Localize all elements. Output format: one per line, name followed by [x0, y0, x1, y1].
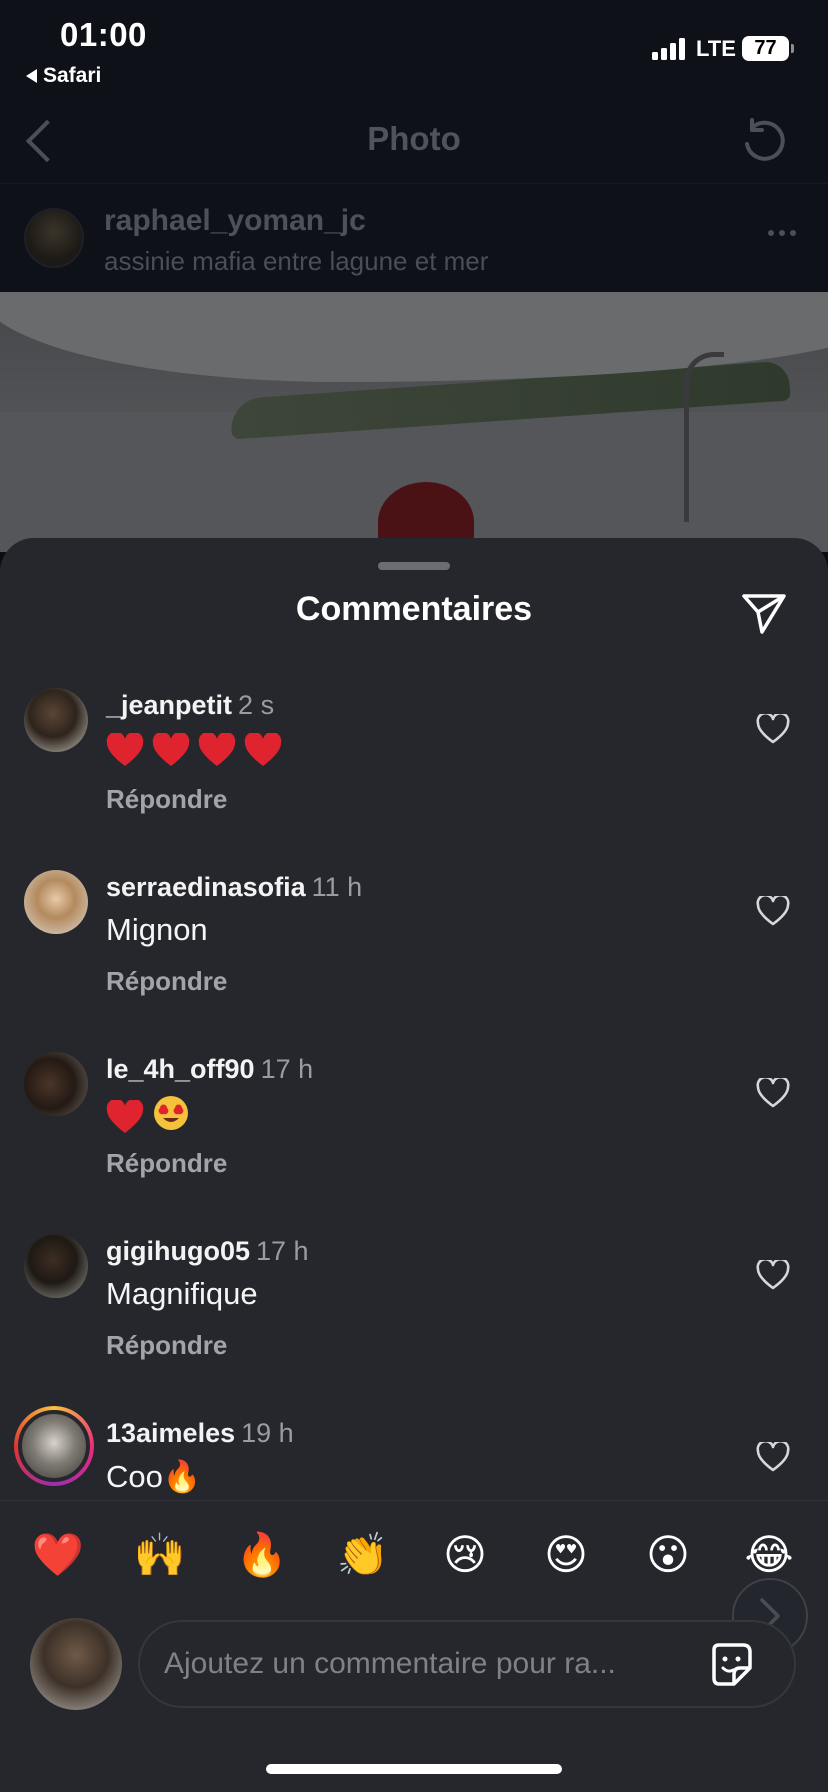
comment-item: serraedinasofia 11 h Mignon Répondre [0, 870, 828, 1030]
comment-username[interactable]: 13aimeles [106, 1418, 235, 1448]
comment-text [106, 730, 290, 767]
avatar [18, 1410, 90, 1482]
nav-header: Photo [0, 92, 828, 184]
avatar[interactable] [30, 1618, 122, 1710]
more-icon[interactable] [768, 230, 796, 236]
story-avatar[interactable] [14, 1406, 94, 1486]
heart-outline-icon[interactable] [756, 893, 790, 931]
comment-input[interactable] [164, 1622, 694, 1706]
comment-header: serraedinasofia 11 h [106, 872, 362, 903]
comments-sheet: Commentaires _jeanpetit 2 s Répondre serr… [0, 538, 828, 1792]
reaction-heart-eyes[interactable]: 😍 [539, 1531, 593, 1579]
comment-header: 13aimeles 19 h [106, 1418, 294, 1449]
comment-time: 17 h [256, 1236, 309, 1266]
red-heart-emoji [106, 1098, 144, 1134]
comment-item: _jeanpetit 2 s Répondre [0, 688, 828, 848]
comment-time: 2 s [238, 690, 275, 720]
back-app-label: Safari [43, 64, 102, 87]
sticker-icon[interactable] [706, 1640, 756, 1695]
reaction-fire[interactable]: 🔥 [235, 1531, 289, 1579]
sheet-grabber[interactable] [378, 562, 450, 570]
sheet-title: Commentaires [295, 590, 533, 628]
comment-item: le_4h_off90 17 h Répondre [0, 1052, 828, 1212]
refresh-icon[interactable] [738, 116, 788, 171]
heart-outline-icon[interactable] [756, 711, 790, 749]
reaction-clap[interactable]: 👏 [336, 1531, 390, 1579]
reply-button[interactable]: Répondre [106, 966, 227, 997]
reaction-raised-hands[interactable]: 🙌 [133, 1531, 187, 1579]
red-heart-emoji [152, 731, 190, 767]
comment-time: 19 h [241, 1418, 294, 1448]
network-type: LTE [696, 36, 736, 61]
comment-username[interactable]: le_4h_off90 [106, 1054, 255, 1084]
comment-header: gigihugo05 17 h [106, 1236, 309, 1267]
comment-header: _jeanpetit 2 s [106, 690, 274, 721]
battery-icon: 77 [742, 36, 789, 61]
heart-eyes-emoji [152, 1094, 190, 1140]
status-time: 01:00 [60, 16, 147, 53]
photo-rail [684, 352, 724, 522]
red-heart-emoji [244, 731, 282, 767]
reaction-surprised[interactable]: 😮 [641, 1531, 695, 1579]
back-to-app-link[interactable]: Safari [26, 64, 101, 88]
reply-button[interactable]: Répondre [106, 1148, 227, 1179]
reaction-heart[interactable]: ❤️ [31, 1531, 85, 1579]
comment-text: Coo🔥 [106, 1459, 202, 1494]
comment-time: 11 h [311, 872, 363, 902]
comment-text: Mignon [106, 912, 208, 947]
battery-nub [791, 44, 794, 53]
post-username[interactable]: raphael_yoman_jc [104, 204, 366, 238]
home-indicator [266, 1764, 562, 1774]
post-location[interactable]: assinie mafia entre lagune et mer [104, 246, 488, 277]
heart-outline-icon[interactable] [756, 1257, 790, 1295]
avatar[interactable] [24, 1234, 88, 1298]
red-heart-emoji [106, 731, 144, 767]
page-title: Photo [367, 120, 461, 157]
reply-button[interactable]: Répondre [106, 784, 227, 815]
reply-button[interactable]: Répondre [106, 1330, 227, 1361]
post-author-row: raphael_yoman_jc assinie mafia entre lag… [0, 184, 828, 292]
heart-outline-icon[interactable] [756, 1075, 790, 1113]
battery-level: 77 [754, 37, 777, 59]
avatar[interactable] [24, 208, 84, 268]
reaction-laugh[interactable]: 😂 [742, 1531, 796, 1579]
avatar[interactable] [24, 1052, 88, 1116]
back-triangle-icon [26, 69, 37, 83]
comment-text [106, 1094, 190, 1140]
avatar[interactable] [24, 688, 88, 752]
status-bar: 01:00 Safari LTE 77 [0, 0, 828, 92]
comment-username[interactable]: _jeanpetit [106, 690, 232, 720]
reaction-cry[interactable]: 😢 [438, 1531, 492, 1579]
comment-item: gigihugo05 17 h Magnifique Répondre [0, 1234, 828, 1394]
comment-username[interactable]: gigihugo05 [106, 1236, 250, 1266]
avatar[interactable] [24, 870, 88, 934]
heart-outline-icon[interactable] [756, 1439, 790, 1477]
post-photo [0, 292, 828, 552]
comment-username[interactable]: serraedinasofia [106, 872, 306, 902]
quick-reaction-bar: ❤️ 🙌 🔥 👏 😢 😍 😮 😂 [0, 1500, 828, 1600]
red-heart-emoji [198, 731, 236, 767]
comment-composer [138, 1620, 796, 1708]
signal-icon [652, 38, 685, 60]
send-icon[interactable] [740, 590, 788, 643]
comment-time: 17 h [260, 1054, 314, 1084]
comment-text: Magnifique [106, 1276, 258, 1311]
comment-header: le_4h_off90 17 h [106, 1054, 313, 1085]
